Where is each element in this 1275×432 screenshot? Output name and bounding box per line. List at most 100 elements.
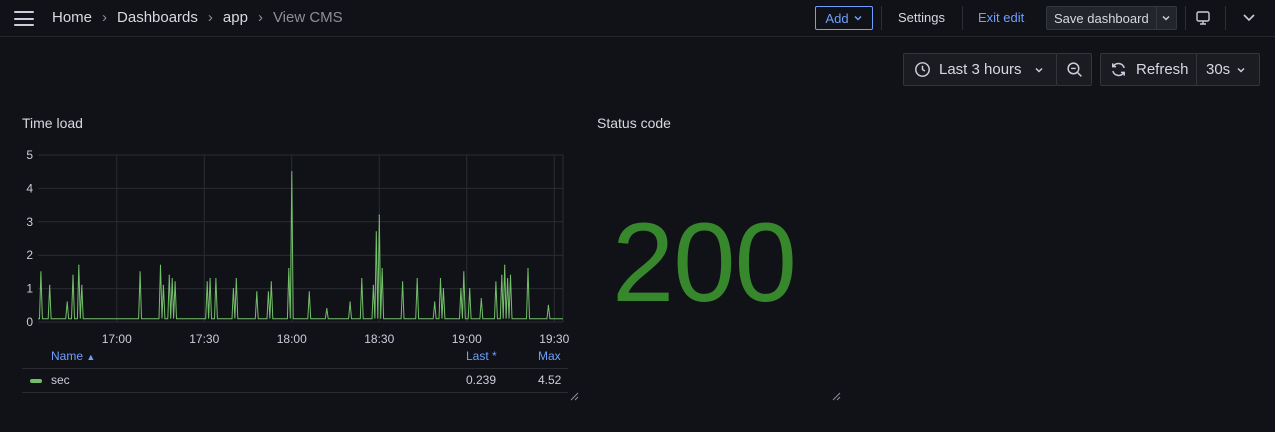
data-point [504,264,506,266]
chevron-down-icon [854,15,862,21]
x-tick-label: 19:00 [452,332,482,346]
data-point [162,284,164,286]
data-point [480,298,482,300]
data-point [326,308,328,310]
legend-series-max: 4.52 [538,373,562,387]
data-point [378,214,380,216]
toolbar-divider [962,6,963,30]
legend-column-last[interactable]: Last * [466,349,497,363]
data-point [434,301,436,303]
zoom-out-button[interactable] [1056,53,1092,86]
legend-divider [22,392,568,393]
legend-series-swatch[interactable] [30,379,42,383]
data-point [40,271,42,273]
legend-series-last: 0.239 [466,373,497,387]
data-point [442,288,444,290]
data-point [72,274,74,276]
resize-handle-icon[interactable] [569,391,579,401]
refresh-icon [1112,62,1125,77]
data-point [171,278,173,280]
save-dashboard-label[interactable]: Save dashboard [1047,7,1157,29]
status-code-value: 200 [612,200,797,325]
y-tick-label: 1 [26,282,33,296]
clock-icon [915,62,930,77]
data-point [402,281,404,283]
data-point [547,304,550,306]
y-tick-label: 0 [26,315,33,329]
data-point [215,278,217,280]
toolbar-divider [1185,6,1186,30]
data-point [174,281,176,283]
refresh-interval-picker[interactable]: 30s [1196,53,1260,86]
exit-edit-button[interactable]: Exit edit [978,10,1024,25]
y-tick-label: 3 [26,215,33,229]
legend-column-name[interactable]: Name ▲ [51,349,95,363]
y-tick-label: 2 [26,248,33,262]
time-range-picker[interactable]: Last 3 hours [903,53,1057,86]
data-point [439,278,442,280]
x-tick-label: 17:30 [189,332,219,346]
x-tick-label: 19:30 [539,332,569,346]
add-button[interactable]: Add [815,6,873,30]
data-point [501,274,503,276]
zoom-out-icon [1066,62,1082,77]
data-point [288,268,290,270]
data-point [66,301,68,303]
sort-ascending-icon: ▲ [86,352,96,362]
data-point [232,288,234,290]
data-point [361,278,363,280]
data-point [267,291,269,293]
data-point [509,274,512,276]
data-point [381,268,383,270]
legend-column-name-label: Name [51,349,84,363]
data-point [372,284,374,286]
legend-series-name[interactable]: sec [51,373,70,387]
data-point [495,281,497,283]
data-point [235,278,237,280]
toolbar-divider [881,6,882,30]
toolbar-divider [1225,6,1226,30]
data-point [416,278,418,280]
data-point [507,278,509,280]
data-point [206,281,208,283]
data-point [78,264,80,266]
legend-divider [22,368,568,369]
data-point [291,171,293,173]
monitor-icon[interactable] [1195,10,1211,26]
data-point [81,284,83,286]
chevron-down-icon [1237,67,1245,73]
refresh-label: Refresh [1136,61,1189,78]
save-dashboard-button: Save dashboard [1046,6,1177,30]
data-point [139,271,141,273]
chevron-down-icon [1162,15,1170,21]
y-tick-label: 5 [26,148,33,162]
chevron-down-icon[interactable] [1242,12,1256,24]
data-point [463,271,465,273]
panel-title-status-code: Status code [597,115,671,131]
x-tick-label: 18:30 [364,332,394,346]
x-tick-label: 17:00 [102,332,132,346]
refresh-interval-label: 30s [1206,61,1231,78]
save-options-button[interactable] [1157,7,1176,29]
data-point [49,284,51,286]
x-tick-label: 18:00 [277,332,307,346]
add-button-label: Add [825,10,849,26]
settings-button[interactable]: Settings [898,10,945,25]
data-point [469,288,471,290]
data-point [168,274,170,276]
chevron-down-icon [1035,67,1043,73]
data-point [209,278,211,280]
data-point [308,291,310,293]
data-point [349,301,351,303]
data-point [375,231,377,233]
data-point [527,268,529,270]
data-point [256,291,258,293]
resize-handle-icon[interactable] [831,391,841,401]
time-range-label: Last 3 hours [939,61,1022,78]
data-point [270,281,272,283]
refresh-button[interactable]: Refresh [1100,53,1198,86]
data-point [159,264,162,266]
time-load-chart: 0 1 2 3 4 5 17:00 17:30 18:00 18:30 19:00 19:30 [26,148,569,346]
data-point [460,288,462,290]
legend-column-max[interactable]: Max [538,349,561,363]
